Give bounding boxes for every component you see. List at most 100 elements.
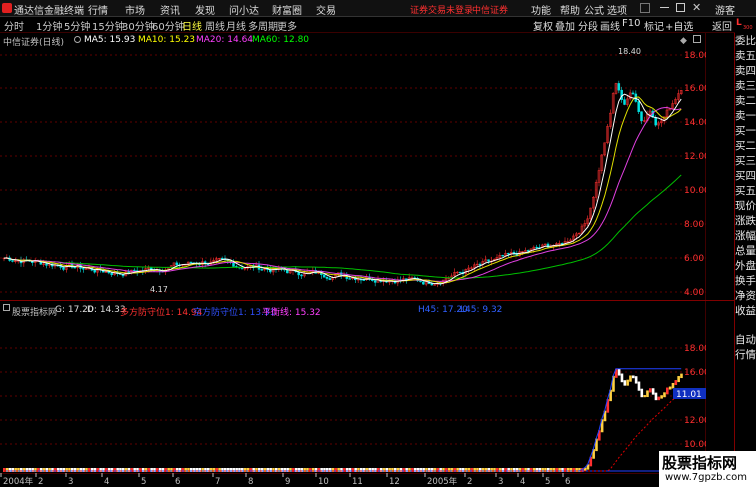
user-guest[interactable]: 游客 (715, 2, 735, 17)
date-tick: 2005年 (427, 476, 458, 487)
watermark-title: 股票指标网 (662, 454, 738, 472)
date-tick: 2 (38, 477, 43, 487)
period-1min[interactable]: 1分钟 (36, 18, 62, 33)
menu-ask[interactable]: 问小达 (229, 2, 259, 17)
period-60min[interactable]: 60分钟 (152, 18, 185, 33)
candle-body (82, 268, 85, 270)
side-panel-item[interactable]: 卖二 (735, 94, 756, 108)
menu-formula[interactable]: 公式 (584, 2, 604, 17)
y-tick: 12.00 (684, 152, 706, 162)
candle-body (654, 117, 657, 126)
candle-body (45, 263, 48, 266)
draw-line-button[interactable]: 画线 (600, 18, 620, 33)
side-panel-item[interactable]: 委比 (735, 34, 756, 48)
date-tick: 7 (215, 477, 220, 487)
date-tick: 6 (175, 477, 180, 487)
menu-trade[interactable]: 交易 (316, 2, 336, 17)
candle-body (325, 276, 329, 279)
panel-badge-box: L 300 (735, 18, 756, 33)
adjust-button[interactable]: 复权 (533, 18, 553, 33)
indicator-chart[interactable]: 18.00 16.00 14.00 12.00 10.00 11.01 (0, 300, 706, 473)
side-panel-item[interactable]: 换手 (735, 274, 756, 288)
candle-body (322, 274, 326, 278)
indicator-bar (657, 396, 661, 401)
period-intraday[interactable]: 分时 (4, 18, 24, 33)
back-button[interactable]: 返回 (712, 18, 732, 33)
menu-help[interactable]: 帮助 (560, 2, 580, 17)
indicator-bar (663, 392, 666, 398)
side-panel-item[interactable]: 自动 (735, 333, 756, 347)
side-panel-item[interactable]: 卖一 (735, 109, 756, 123)
candle-body (501, 254, 504, 257)
candle-body (300, 274, 303, 277)
candle-body (631, 92, 635, 95)
watermark: 股票指标网 www.7gpzb.com (659, 451, 756, 487)
date-tick: 11 (352, 477, 363, 487)
indicator-bar (671, 382, 675, 389)
menu-options[interactable]: 选项 (607, 2, 627, 17)
period-5min[interactable]: 5分钟 (64, 18, 90, 33)
period-15min[interactable]: 15分钟 (92, 18, 125, 33)
menu-discover[interactable]: 发现 (195, 2, 215, 17)
side-panel-item[interactable]: 买一 (735, 124, 756, 138)
side-panel-item[interactable]: 买五 (735, 184, 756, 198)
mark-button[interactable]: 标记 (644, 18, 664, 33)
candle-body (189, 261, 193, 264)
indicator-bar (674, 380, 678, 385)
login-notice[interactable]: 证券交易未登录 (410, 3, 473, 16)
y-tick: 10.00 (684, 186, 706, 196)
side-panel-item[interactable]: 涨跌 (735, 214, 756, 228)
price-chart[interactable]: 18.40 4.17 18.00 16.00 14.00 12.00 10.00… (0, 33, 706, 300)
period-more[interactable]: 更多 (277, 18, 297, 33)
candle-body (62, 267, 65, 270)
menu-market[interactable]: 市场 (125, 2, 145, 17)
maximize-icon[interactable] (676, 3, 685, 12)
candle-body (110, 272, 113, 276)
window-icon[interactable] (640, 3, 650, 13)
menu-market-quotes[interactable]: 行情 (88, 2, 108, 17)
side-panel-item[interactable]: 涨幅 (735, 229, 756, 243)
side-panel-item[interactable]: 净资 (735, 289, 756, 303)
minimize-icon[interactable] (660, 7, 669, 8)
side-panel-item[interactable]: 收益 (735, 304, 756, 318)
indicator-bar (643, 395, 646, 398)
f10-button[interactable]: F10 (622, 18, 640, 29)
indicator-bar (620, 373, 624, 383)
period-multi[interactable]: 多周期 (248, 18, 278, 33)
segment-button[interactable]: 分段 (578, 18, 598, 33)
period-daily[interactable]: 日线 (182, 18, 202, 33)
candle-body (640, 111, 643, 122)
overlay-button[interactable]: 叠加 (555, 18, 575, 33)
side-panel-item[interactable]: 买三 (735, 154, 756, 168)
broker-link[interactable]: 中信证券 (472, 3, 508, 16)
side-panel-item[interactable]: 现价 (735, 199, 756, 213)
period-30min[interactable]: 30分钟 (122, 18, 155, 33)
side-panel-item[interactable]: 卖四 (735, 64, 756, 78)
date-tick: 6 (565, 477, 570, 487)
menu-wealth-circle[interactable]: 财富圈 (272, 2, 302, 17)
add-watchlist-button[interactable]: +自选 (665, 18, 693, 33)
candle-body (478, 263, 482, 266)
side-panel-item[interactable]: 卖三 (735, 79, 756, 93)
side-panel-item[interactable]: 行情 (735, 348, 756, 362)
close-icon[interactable]: ✕ (692, 1, 701, 14)
side-panel-item[interactable]: 买四 (735, 169, 756, 183)
sub-y-tick: 12.00 (684, 416, 706, 426)
candle-body (373, 280, 377, 283)
candle-body (328, 278, 332, 280)
candle-body (348, 278, 351, 280)
side-panel-item[interactable]: 外盘 (735, 259, 756, 273)
menu-news[interactable]: 资讯 (160, 2, 180, 17)
date-tick: 3 (68, 477, 73, 487)
indicator-bar (677, 376, 680, 383)
side-panel-item[interactable]: 总量 (735, 244, 756, 258)
period-weekly[interactable]: 周线 (205, 18, 225, 33)
side-panel-item[interactable]: 买二 (735, 139, 756, 153)
price-marker: 11.01 (676, 390, 702, 400)
indicator-bar (626, 379, 629, 386)
menu-function[interactable]: 功能 (531, 2, 551, 17)
indicator-bar (640, 388, 644, 398)
period-monthly[interactable]: 月线 (226, 18, 246, 33)
candle-body (362, 279, 366, 281)
side-panel-item[interactable]: 卖五 (735, 49, 756, 63)
